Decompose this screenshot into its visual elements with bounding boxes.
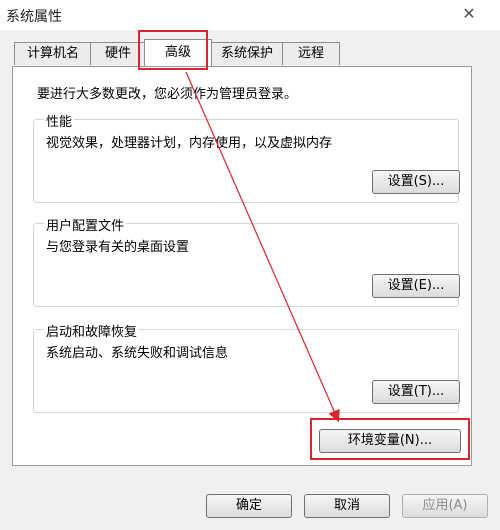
close-icon[interactable]: ✕: [452, 2, 486, 24]
performance-group: 性能 视觉效果，处理器计划，内存使用，以及虚拟内存 设置(S)...: [33, 111, 460, 203]
startup-recovery-description: 系统启动、系统失败和调试信息: [46, 346, 229, 361]
tab-remote[interactable]: 远程: [282, 42, 340, 65]
startup-recovery-settings-button[interactable]: 设置(T)...: [372, 380, 460, 404]
ok-button[interactable]: 确定: [206, 494, 292, 518]
performance-settings-button[interactable]: 设置(S)...: [372, 170, 460, 194]
tab-advanced-highlight-box: [138, 30, 208, 70]
environment-variables-highlight-box: [310, 418, 470, 460]
title-bar: 系统属性 ✕: [0, 0, 500, 30]
performance-title: 性能: [44, 111, 75, 130]
user-profiles-settings-button[interactable]: 设置(E)...: [372, 274, 460, 298]
advanced-panel: 要进行大多数更改，您必须作为管理员登录。 性能 视觉效果，处理器计划，内存使用，…: [12, 66, 472, 466]
tab-strip: 计算机名 硬件 高级 系统保护 远程: [14, 39, 494, 66]
user-profiles-title: 用户配置文件: [44, 215, 127, 234]
window-title: 系统属性: [6, 9, 62, 25]
startup-recovery-group: 启动和故障恢复 系统启动、系统失败和调试信息 设置(T)...: [33, 321, 460, 413]
system-properties-window: 系统属性 ✕ 计算机名 硬件 高级 系统保护 远程 要进行大多数更改，您必须作为…: [0, 0, 500, 530]
tab-computer-name[interactable]: 计算机名: [14, 42, 92, 65]
admin-intro-text: 要进行大多数更改，您必须作为管理员登录。: [37, 87, 298, 102]
apply-button[interactable]: 应用(A): [402, 494, 488, 518]
user-profiles-group: 用户配置文件 与您登录有关的桌面设置 设置(E)...: [33, 215, 460, 307]
performance-description: 视觉效果，处理器计划，内存使用，以及虚拟内存: [46, 136, 333, 151]
user-profiles-description: 与您登录有关的桌面设置: [46, 240, 190, 255]
startup-recovery-title: 启动和故障恢复: [44, 321, 140, 340]
tab-system-protection[interactable]: 系统保护: [210, 42, 284, 65]
cancel-button[interactable]: 取消: [304, 494, 390, 518]
